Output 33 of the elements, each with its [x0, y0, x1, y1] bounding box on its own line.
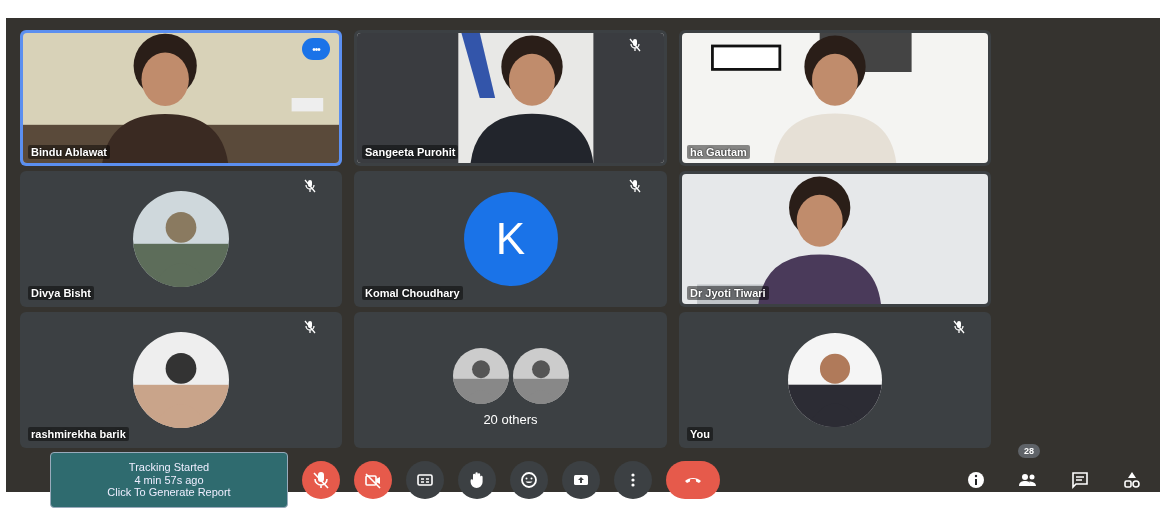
- participant-count-badge: 28: [1018, 444, 1040, 458]
- info-icon: [966, 470, 986, 490]
- mic-off-icon: [304, 179, 316, 193]
- participant-name: Komal Choudhary: [362, 286, 463, 300]
- participant-name: Dr Jyoti Tiwari: [687, 286, 769, 300]
- phone-icon: [685, 476, 701, 484]
- microphone-button[interactable]: [302, 461, 340, 499]
- raise-hand-button[interactable]: [458, 461, 496, 499]
- smiley-icon: [519, 470, 539, 490]
- participant-name: ha Gautam: [687, 145, 750, 159]
- camera-button[interactable]: [354, 461, 392, 499]
- camera-off-icon: [363, 470, 383, 490]
- mic-off-icon: [629, 179, 641, 193]
- mic-off-icon: [629, 38, 641, 52]
- participant-name: Sangeeta Purohit: [362, 145, 459, 159]
- more-options-button[interactable]: [614, 461, 652, 499]
- participant-count: 20 others: [483, 411, 538, 427]
- captions-button[interactable]: [406, 461, 444, 499]
- participant-name: Bindu Ablawat: [28, 145, 110, 159]
- chat-icon: [1070, 470, 1090, 490]
- more-icon: [631, 473, 635, 487]
- participant-name: Divya Bisht: [28, 286, 94, 300]
- present-button[interactable]: [562, 461, 600, 499]
- participant-name: rashmirekha barik: [28, 427, 129, 441]
- avatar-letter: K: [463, 192, 558, 286]
- end-call-button[interactable]: [666, 461, 720, 499]
- mic-off-icon: [311, 470, 331, 490]
- shapes-icon: [1122, 470, 1142, 490]
- participant-name: You: [687, 427, 713, 441]
- tracking-banner[interactable]: Tracking Started 4 min 57s ago Click To Generate Report: [50, 452, 288, 508]
- mic-off-icon: [953, 320, 965, 334]
- mic-off-icon: [304, 320, 316, 334]
- emoji-button[interactable]: [510, 461, 548, 499]
